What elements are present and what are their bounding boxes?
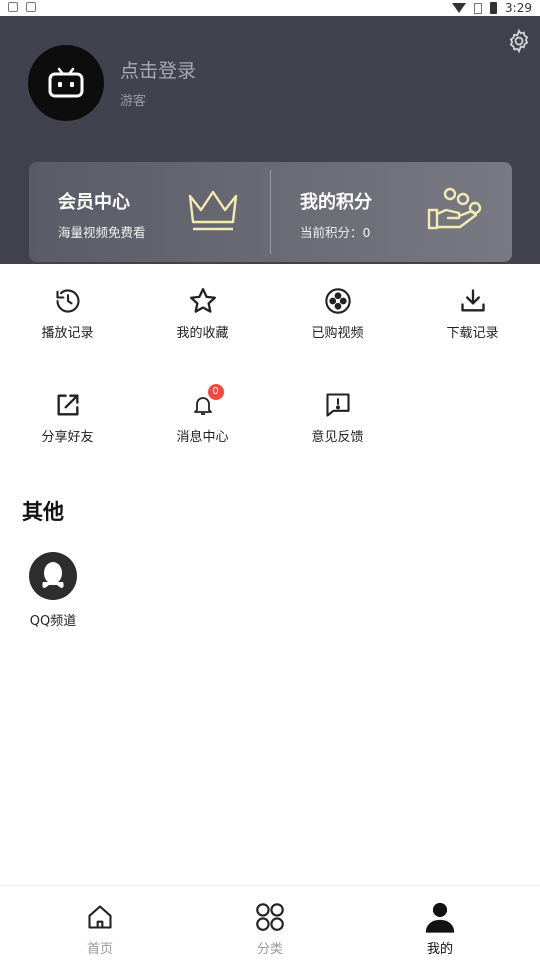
settings-button[interactable] (506, 28, 532, 54)
vip-center-card[interactable]: 会员中心 海量视频免费看 (29, 162, 270, 262)
crown-icon (188, 190, 238, 231)
qq-icon (42, 562, 64, 588)
downloads-label: 下载记录 (446, 326, 499, 341)
share-icon (57, 394, 79, 416)
member-card: 会员中心 海量视频免费看 我的积分 当前积分：0 (29, 162, 512, 262)
messages-label: 消息中心 (176, 430, 229, 445)
tab-mine-label: 我的 (426, 942, 453, 957)
favorites-label: 我的收藏 (176, 326, 229, 341)
grid-item-feedback[interactable]: 意见反馈 (270, 390, 405, 445)
qq-channel-item[interactable]: QQ频道 (22, 552, 84, 629)
status-bar: 3:29 (0, 0, 540, 16)
grid-item-share[interactable]: 分享好友 (0, 390, 135, 445)
grid-item-favorites[interactable]: 我的收藏 (135, 286, 270, 341)
grid-item-history[interactable]: 播放记录 (0, 286, 135, 341)
notification-icon (26, 2, 36, 12)
points-title: 我的积分 (300, 192, 372, 213)
profile-header: 点击登录 游客 会员中心 海量视频免费看 我的积分 当前积分：0 (0, 16, 540, 264)
wifi-icon (452, 3, 467, 13)
tab-mine[interactable]: 我的 (350, 886, 530, 961)
category-icon (256, 903, 284, 931)
tab-category[interactable]: 分类 (180, 886, 360, 961)
tv-logo-icon (48, 67, 84, 98)
tab-home-label: 首页 (86, 942, 113, 957)
avatar[interactable] (28, 45, 104, 121)
user-status: 游客 (120, 94, 147, 109)
history-icon (55, 289, 80, 313)
status-time: 3:29 (505, 1, 532, 15)
grid-item-messages[interactable]: 0 消息中心 (135, 384, 270, 445)
battery-icon (490, 2, 498, 14)
login-link[interactable]: 点击登录 (120, 56, 196, 83)
download-icon (460, 289, 485, 312)
coin-hand-icon (427, 187, 482, 230)
history-label: 播放记录 (41, 326, 94, 341)
message-count-badge: 0 (207, 384, 224, 400)
share-label: 分享好友 (41, 430, 94, 445)
tab-category-label: 分类 (256, 942, 283, 957)
tab-home[interactable]: 首页 (10, 886, 190, 961)
home-icon (88, 905, 112, 929)
film-reel-icon (324, 288, 351, 314)
feedback-icon (325, 393, 350, 417)
grid-item-purchased[interactable]: 已购视频 (270, 286, 405, 341)
bottom-tab-bar: 首页 分类 我的 (0, 885, 540, 961)
points-subtitle: 当前积分：0 (300, 225, 371, 240)
sim-icon (474, 2, 483, 14)
qq-channel-label: QQ频道 (29, 614, 77, 629)
gear-icon (509, 28, 529, 54)
image-icon (8, 2, 18, 12)
purchased-label: 已购视频 (311, 326, 364, 341)
star-icon (189, 288, 216, 313)
vip-center-subtitle: 海量视频免费看 (58, 225, 146, 240)
user-icon (425, 902, 455, 933)
points-card[interactable]: 我的积分 当前积分：0 (271, 162, 512, 262)
vip-center-title: 会员中心 (58, 192, 130, 213)
feedback-label: 意见反馈 (311, 430, 364, 445)
grid-item-downloads[interactable]: 下载记录 (405, 286, 540, 341)
other-section-title: 其他 (22, 500, 64, 524)
